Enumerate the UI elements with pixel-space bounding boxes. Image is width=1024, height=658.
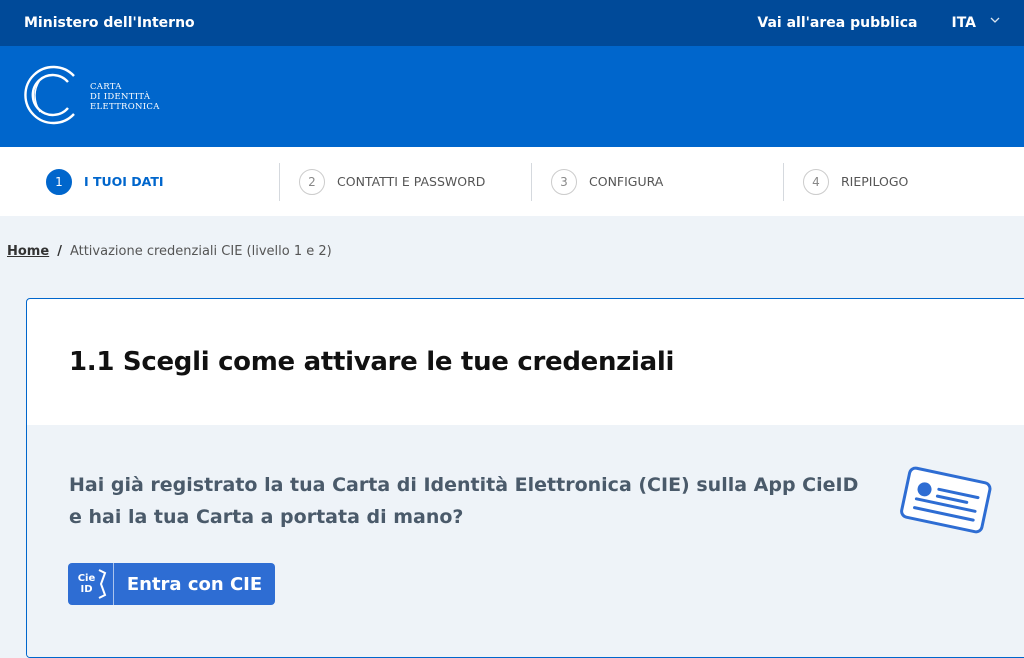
step-number: 3 [551, 168, 577, 195]
breadcrumb: Home / Attivazione credenziali CIE (live… [0, 216, 1024, 286]
ministry-link[interactable]: Ministero dell'Interno [24, 15, 195, 31]
activation-card: 1.1 Scegli come attivare le tue credenzi… [26, 298, 1024, 658]
step-label: RIEPILOGO [841, 174, 909, 189]
step-number: 4 [803, 168, 829, 195]
id-card-icon [899, 461, 993, 541]
public-area-link[interactable]: Vai all'area pubblica [757, 15, 917, 31]
cie-logo-text-1: Cie [77, 573, 96, 584]
breadcrumb-separator: / [57, 243, 62, 259]
logo-line-3: ELETTRONICA [90, 101, 160, 112]
card-body: Hai già registrato la tua Carta di Ident… [27, 425, 1024, 657]
language-label: ITA [951, 15, 976, 31]
progress-steps: 1 I TUOI DATI 2 CONTATTI E PASSWORD 3 CO… [0, 147, 1024, 216]
step-label: I TUOI DATI [84, 174, 164, 189]
cie-question: Hai già registrato la tua Carta di Ident… [69, 474, 859, 528]
brand-header: CARTA DI IDENTITÀ ELETTRONICA [0, 46, 1024, 147]
step-4: 4 RIEPILOGO [784, 163, 908, 201]
enter-with-cie-label: Entra con CIE [126, 573, 263, 595]
logo-line-1: CARTA [90, 81, 122, 92]
logo-line-2: DI IDENTITÀ [90, 91, 151, 102]
card-header: 1.1 Scegli come attivare le tue credenzi… [27, 299, 1024, 425]
card-title: 1.1 Scegli come attivare le tue credenzi… [69, 347, 675, 377]
step-label: CONFIGURA [589, 174, 664, 189]
breadcrumb-home[interactable]: Home [7, 244, 49, 259]
step-label: CONTATTI E PASSWORD [337, 174, 486, 189]
enter-with-cie-button[interactable]: Cie ID Entra con CIE [68, 563, 275, 605]
step-number: 1 [46, 168, 72, 195]
language-selector[interactable]: ITA [951, 15, 1000, 31]
step-1: 1 I TUOI DATI [0, 163, 279, 201]
cie-logo-icon[interactable] [22, 60, 84, 134]
cie-id-logo-icon: Cie ID [68, 563, 114, 605]
step-3: 3 CONFIGURA [532, 163, 783, 201]
brand-logo-text: CARTA DI IDENTITÀ ELETTRONICA [90, 82, 160, 112]
top-bar: Ministero dell'Interno Vai all'area pubb… [0, 0, 1024, 46]
step-number: 2 [299, 168, 325, 195]
chevron-down-icon [990, 15, 1000, 26]
cie-logo-text-2: ID [80, 584, 93, 595]
breadcrumb-current: Attivazione credenziali CIE (livello 1 e… [69, 243, 332, 259]
top-bar-right: Vai all'area pubblica ITA [757, 15, 1000, 31]
step-2: 2 CONTATTI E PASSWORD [280, 163, 531, 201]
